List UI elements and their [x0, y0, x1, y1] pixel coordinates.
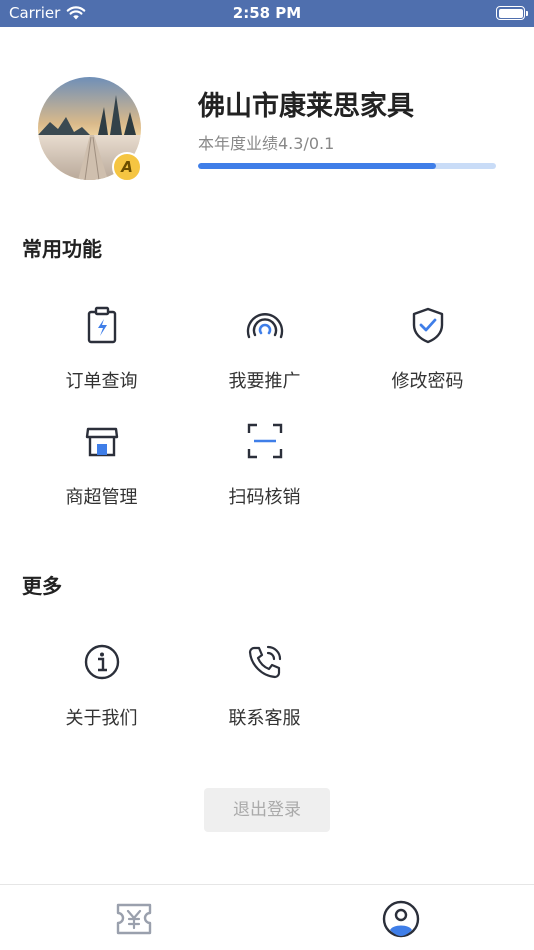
- broadcast-icon: [246, 313, 283, 339]
- user-circle-icon: [382, 900, 420, 938]
- clock-time: 2:58 PM: [232, 4, 302, 22]
- order-query-label: 订单查询: [65, 371, 138, 392]
- tab-profile[interactable]: [381, 899, 421, 939]
- order-query-button[interactable]: 订单查询: [20, 305, 183, 393]
- section-title-more: 更多: [22, 574, 62, 598]
- battery-icon: [496, 6, 528, 20]
- contact-support-label: 联系客服: [228, 708, 301, 729]
- shield-check-icon: [412, 307, 443, 344]
- shop-name: 佛山市康莱思家具: [198, 91, 414, 122]
- phone-call-icon: [248, 645, 281, 679]
- section-title-common: 常用功能: [22, 237, 102, 261]
- contact-support-button[interactable]: 联系客服: [183, 642, 346, 730]
- performance-progress-fill: [198, 163, 437, 169]
- promote-label: 我要推广: [228, 371, 301, 392]
- change-password-label: 修改密码: [391, 371, 464, 392]
- promote-button[interactable]: 我要推广: [183, 305, 346, 393]
- store-icon: [85, 427, 118, 457]
- info-icon: [84, 644, 119, 680]
- about-us-label: 关于我们: [65, 708, 138, 729]
- status-bar: Carrier 2:58 PM: [0, 0, 534, 27]
- about-us-button[interactable]: 关于我们: [20, 642, 183, 730]
- logout-button[interactable]: 退出登录: [204, 788, 330, 832]
- yen-ticket-icon: [116, 903, 152, 935]
- scan-icon: [247, 423, 282, 459]
- clipboard-bolt-icon: [87, 306, 116, 344]
- tab-orders[interactable]: [114, 899, 154, 939]
- change-password-button[interactable]: 修改密码: [346, 305, 509, 393]
- scan-verify-label: 扫码核销: [228, 487, 301, 508]
- store-management-button[interactable]: 商超管理: [20, 421, 183, 509]
- performance-progress-bar: [198, 163, 496, 169]
- performance-label: 本年度业绩4.3/0.1: [198, 134, 335, 153]
- tab-bar: [0, 884, 534, 950]
- level-badge: A: [112, 152, 142, 182]
- scan-verify-button[interactable]: 扫码核销: [183, 421, 346, 509]
- store-management-label: 商超管理: [65, 487, 138, 508]
